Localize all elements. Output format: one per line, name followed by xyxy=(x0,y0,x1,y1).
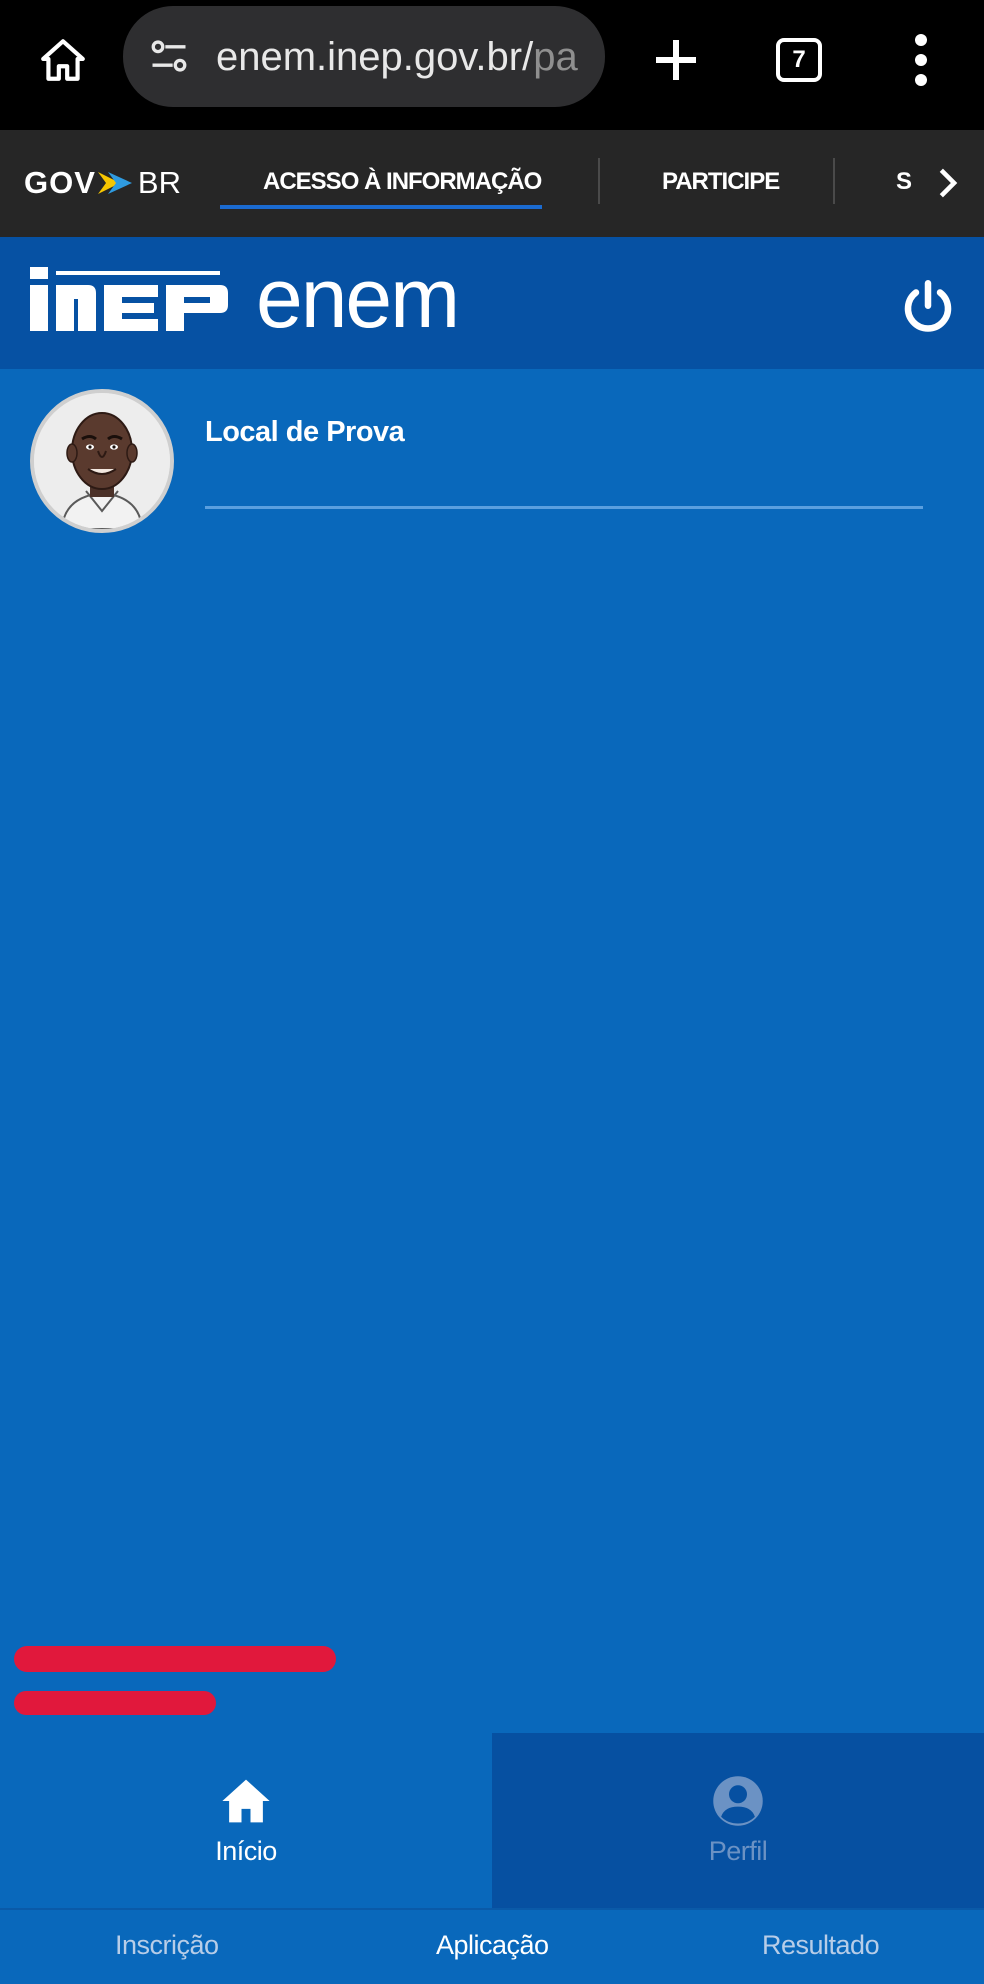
logo-gov-text: GOV xyxy=(24,165,96,200)
chevron-right-icon[interactable] xyxy=(930,163,964,203)
tab-count: 7 xyxy=(792,46,806,73)
sub-navigation: Inscrição Aplicação Resultado xyxy=(0,1908,984,1984)
gov-navbar: GOV BR ACESSO À INFORMAÇÃO PARTICIPE S xyxy=(0,130,984,237)
address-bar[interactable]: enem.inep.gov.br/pa xyxy=(123,6,605,107)
avatar-illustration xyxy=(34,393,170,529)
tab-perfil-label: Perfil xyxy=(708,1836,768,1866)
home-icon xyxy=(222,1779,270,1823)
nav-acesso-informacao[interactable]: ACESSO À INFORMAÇÃO xyxy=(263,168,542,196)
plus-icon[interactable] xyxy=(646,30,706,90)
browser-toolbar: enem.inep.gov.br/pa 7 xyxy=(0,0,984,130)
subnav-aplicacao[interactable]: Aplicação xyxy=(436,1930,549,1961)
govbr-logo[interactable]: GOV BR xyxy=(24,160,181,206)
home-button[interactable] xyxy=(30,27,96,93)
tab-perfil[interactable]: Perfil xyxy=(492,1733,984,1908)
nav-divider xyxy=(598,158,600,204)
tune-icon[interactable] xyxy=(147,34,191,78)
avatar[interactable] xyxy=(30,389,174,533)
enem-logo: enem xyxy=(256,251,460,345)
active-nav-indicator xyxy=(220,205,542,209)
nav-next-truncated[interactable]: S xyxy=(896,168,912,196)
tabs-icon[interactable]: 7 xyxy=(776,38,822,82)
inep-logo xyxy=(30,267,228,331)
card-title[interactable]: Local de Prova xyxy=(205,416,405,449)
redaction-mark-id xyxy=(14,1691,216,1715)
bottom-tab-bar: Início Perfil xyxy=(0,1733,984,1908)
url-text[interactable]: enem.inep.gov.br/pa xyxy=(216,34,591,80)
card-divider xyxy=(205,506,923,509)
subnav-inscricao[interactable]: Inscrição xyxy=(115,1930,219,1961)
nav-participe[interactable]: PARTICIPE xyxy=(662,168,780,196)
account-circle-icon xyxy=(713,1776,763,1826)
tab-inicio-label: Início xyxy=(215,1836,277,1866)
app-header: enem xyxy=(0,237,984,369)
nav-divider xyxy=(833,158,835,204)
main-content: Local de Prova xyxy=(0,369,984,1733)
home-icon xyxy=(41,39,85,81)
redaction-mark-name xyxy=(14,1646,336,1672)
govbr-arrow-icon xyxy=(97,172,132,194)
power-icon[interactable] xyxy=(898,277,958,337)
tab-inicio[interactable]: Início xyxy=(0,1733,492,1908)
more-vert-icon[interactable] xyxy=(906,30,936,90)
subnav-resultado[interactable]: Resultado xyxy=(762,1930,880,1961)
logo-br-text: BR xyxy=(137,165,181,200)
